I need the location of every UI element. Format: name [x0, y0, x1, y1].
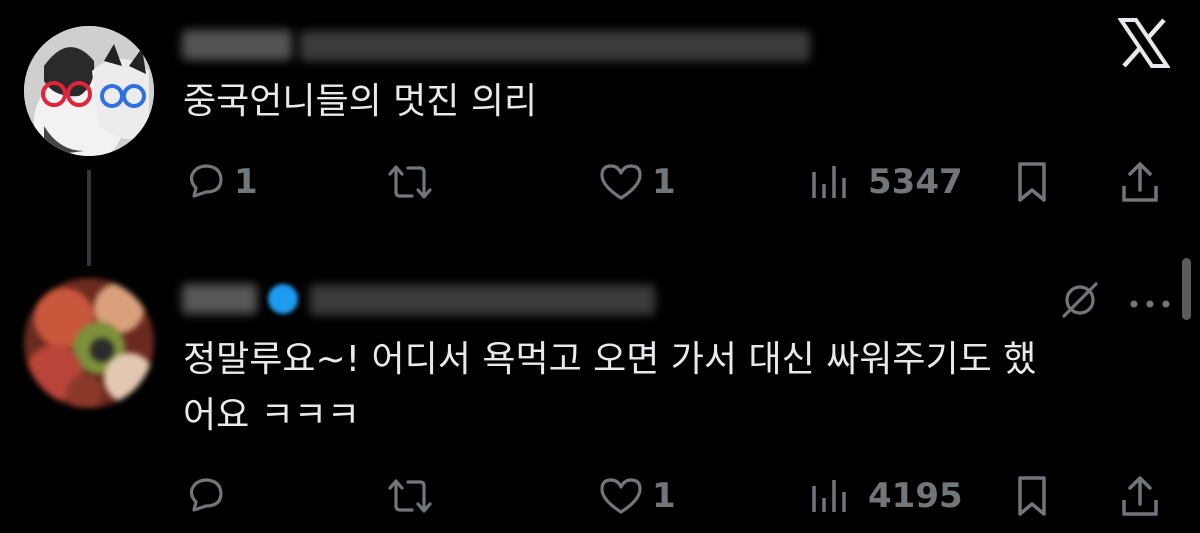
more-icon[interactable]: [1128, 295, 1172, 308]
retweet-button[interactable]: [386, 162, 434, 202]
grok-icon[interactable]: [1058, 278, 1102, 322]
like-button[interactable]: 1: [598, 476, 676, 516]
like-button[interactable]: 1: [598, 162, 676, 202]
reply-button[interactable]: 1: [186, 162, 258, 202]
avatar[interactable]: [24, 278, 154, 408]
views-icon: [812, 480, 846, 512]
tweet-text-line2: 어요 ㅋㅋㅋ: [183, 395, 361, 436]
views-button[interactable]: 5347: [808, 162, 963, 202]
tweet[interactable]: 중국언니들의 멋진 의리 1 1 5347: [0, 0, 1200, 266]
scrollbar[interactable]: [1182, 258, 1191, 320]
bookmark-button[interactable]: [1016, 474, 1048, 518]
bookmark-button[interactable]: [1016, 160, 1048, 204]
reply-button[interactable]: [186, 476, 226, 516]
like-count: 1: [652, 476, 676, 516]
tweet-text: 중국언니들의 멋진 의리: [183, 81, 538, 122]
retweet-button[interactable]: [386, 476, 434, 516]
bookmark-icon: [1018, 476, 1046, 516]
views-icon: [812, 166, 846, 198]
retweet-icon: [388, 479, 432, 513]
heart-icon: [600, 164, 642, 200]
verified-icon: [268, 284, 298, 314]
tweet[interactable]: 정말루요~! 어디서 욕먹고 오면 가서 대신 싸워주기도 했 어요 ㅋㅋㅋ 1…: [0, 260, 1200, 533]
comment-icon: [189, 478, 223, 512]
views-button[interactable]: 4195: [808, 476, 963, 516]
bookmark-icon: [1018, 162, 1046, 202]
avatar[interactable]: [24, 26, 154, 156]
comment-icon: [189, 164, 223, 198]
author-handle[interactable]: [310, 285, 655, 315]
like-count: 1: [652, 162, 676, 202]
share-icon: [1122, 476, 1158, 516]
view-count: 5347: [868, 162, 963, 202]
author-name[interactable]: [182, 30, 292, 60]
view-count: 4195: [868, 476, 963, 516]
tweet-text: 정말루요~! 어디서 욕먹고 오면 가서 대신 싸워주기도 했: [183, 339, 1037, 380]
thread-connector: [87, 170, 91, 266]
retweet-icon: [388, 165, 432, 199]
author-name[interactable]: [182, 284, 257, 314]
share-button[interactable]: [1120, 160, 1160, 204]
share-button[interactable]: [1120, 474, 1160, 518]
heart-icon: [600, 478, 642, 514]
share-icon: [1122, 162, 1158, 202]
author-handle[interactable]: [300, 31, 810, 61]
reply-count: 1: [234, 162, 258, 202]
